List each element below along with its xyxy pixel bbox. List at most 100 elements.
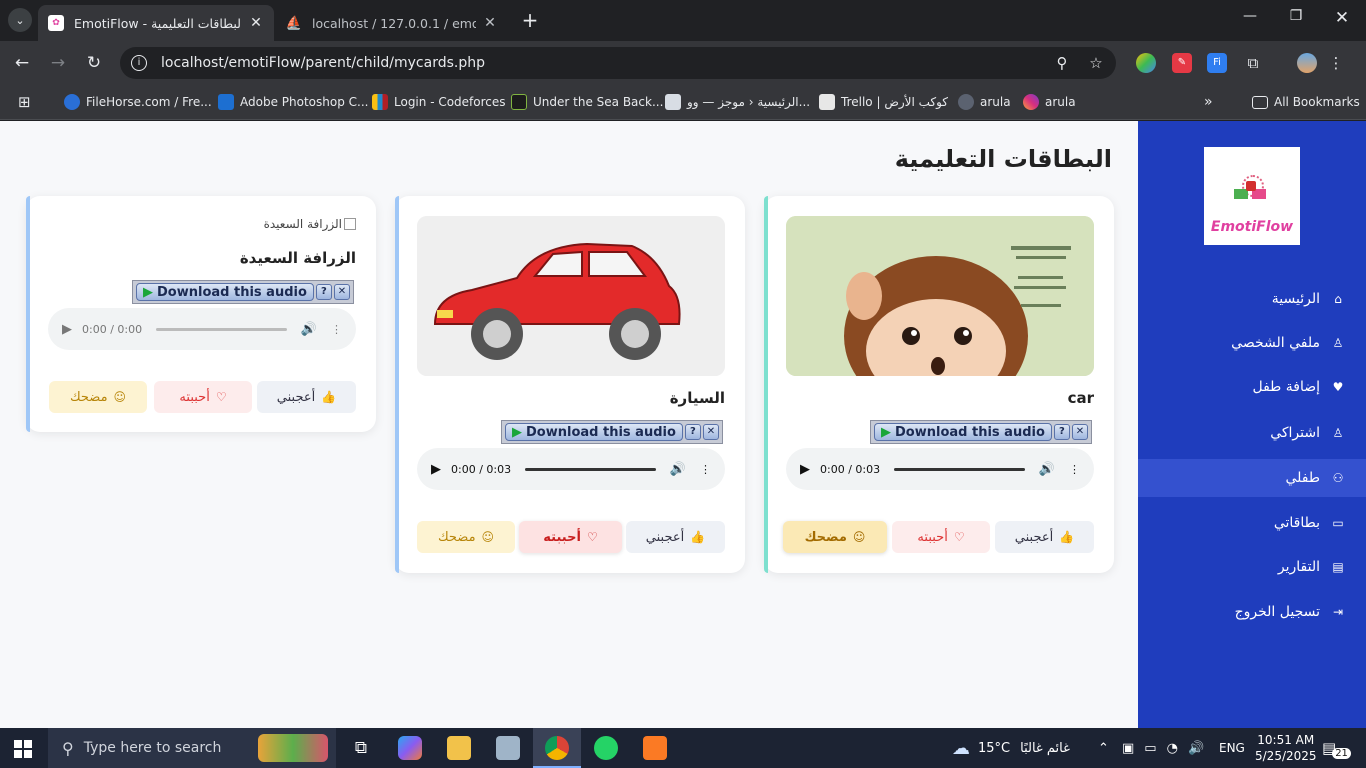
profile-avatar[interactable] [1297,53,1317,73]
close-icon[interactable]: ✕ [333,284,350,300]
reaction-love-button[interactable]: ♡ أحببته [892,521,990,553]
nav-add-child[interactable]: ♥ إضافة طفل [1138,368,1366,406]
file-explorer-icon[interactable] [447,736,471,760]
xampp-icon[interactable] [643,736,667,760]
copilot-icon[interactable] [398,736,422,760]
bookmark-under-the-sea[interactable]: Under the Sea Back... [511,92,663,112]
bookmark-codeforces[interactable]: Login - Codeforces [372,92,506,112]
volume-icon[interactable]: 🔊 [301,322,317,337]
extension-fi-icon[interactable]: Fi [1207,53,1227,73]
audio-menu-icon[interactable]: ⋮ [1069,463,1080,476]
nav-profile[interactable]: ♙ ملفي الشخصي [1138,324,1366,362]
help-icon[interactable]: ? [1053,424,1070,440]
tab-phpmyadmin[interactable]: ⛵ localhost / 127.0.0.1 / emotiflow ✕ [276,5,508,41]
wifi-icon[interactable]: ◔ [1167,741,1178,756]
help-icon[interactable]: ? [684,424,701,440]
play-icon[interactable]: ▶ [431,462,441,477]
extensions-puzzle-icon[interactable]: ⧉ [1243,53,1263,73]
tray-app-icon[interactable]: ▣ [1122,741,1134,756]
bookmark-wordpress[interactable]: الرئيسية ‹ موجز — وو... [665,92,810,112]
bookmark-arula-2[interactable]: arula [1023,92,1076,112]
chrome-icon[interactable] [545,736,569,760]
audio-time: 0:00 / 0:03 [820,462,881,476]
tray-icons[interactable]: ▣ ▭ ◔ 🔊 [1122,728,1204,768]
audio-player[interactable]: ▶ 0:00 / 0:03 🔊 ⋮ [417,448,725,490]
close-icon[interactable]: ✕ [482,15,498,31]
reaction-love-button[interactable]: ♡ أحببته [154,381,252,413]
clock-date: 5/25/2025 [1255,749,1317,763]
extension-chrome-icon[interactable] [1136,53,1156,73]
audio-player[interactable]: ▶ 0:00 / 0:00 🔊 ⋮ [48,308,356,350]
clock[interactable]: 10:51 AM 5/25/2025 [1255,728,1317,768]
volume-icon[interactable]: 🔊 [670,462,686,477]
new-tab-button[interactable]: + [518,9,542,33]
site-info-icon[interactable]: i [131,55,147,71]
bookmark-star-icon[interactable]: ☆ [1086,53,1106,73]
reaction-funny-button[interactable]: ☺ مضحك [417,521,515,553]
play-icon[interactable]: ▶ [800,462,810,477]
url-text[interactable]: localhost/emotiFlow/parent/child/mycards… [161,55,485,71]
nav-home[interactable]: ⌂ الرئيسية [1138,280,1366,318]
reaction-like-button[interactable]: 👍 أعجبني [995,521,1094,553]
task-view-icon[interactable]: ⧉ [349,736,373,760]
back-icon[interactable]: ← [10,51,34,75]
reaction-like-button[interactable]: 👍 أعجبني [257,381,356,413]
volume-icon[interactable]: 🔊 [1039,462,1055,477]
nav-my-child[interactable]: ⚇ طفلي [1138,459,1366,497]
forward-icon[interactable]: → [46,51,70,75]
restore-icon[interactable]: ❐ [1284,8,1308,24]
reaction-funny-button[interactable]: ☺ مضحك [49,381,147,413]
all-bookmarks[interactable]: All Bookmarks [1252,92,1360,112]
audio-player[interactable]: ▶ 0:00 / 0:03 🔊 ⋮ [786,448,1094,490]
close-icon[interactable]: ✕ [702,424,719,440]
tab-emotiflow[interactable]: ✿ EmotiFlow - البطاقات التعليمية ✕ [38,5,274,41]
bookmark-trello[interactable]: Trello | كوكب الأرض [819,92,948,112]
windows-start-icon[interactable] [14,740,32,758]
bookmark-label: الرئيسية ‹ موجز — وو... [687,95,811,109]
tab-search-button[interactable]: ⌄ [8,8,32,32]
taskbar-search[interactable]: ⚲ Type here to search [48,728,336,768]
reaction-like-button[interactable]: 👍 أعجبني [626,521,725,553]
minimize-icon[interactable]: — [1238,8,1262,24]
reaction-label: أحببته [179,389,210,405]
play-icon[interactable]: ▶ [62,322,72,337]
language-indicator[interactable]: ENG [1219,728,1245,768]
close-window-icon[interactable]: ✕ [1330,8,1354,28]
close-icon[interactable]: ✕ [248,15,264,31]
apps-grid-icon[interactable]: ⊞ [18,92,31,112]
bookmark-filehorse[interactable]: FileHorse.com / Fre... [64,92,212,112]
tray-chevron-icon[interactable]: ⌃ [1098,728,1109,768]
download-audio-button[interactable]: ▶ Download this audio [136,283,314,301]
whatsapp-icon[interactable] [594,736,618,760]
reaction-love-button[interactable]: ♡ أحببته [519,521,622,553]
nav-logout[interactable]: ⇥ تسجيل الخروج [1138,593,1366,631]
reload-icon[interactable]: ↻ [82,51,106,75]
audio-seek-bar[interactable] [894,467,1025,471]
nav-subscription[interactable]: ♙ اشتراكي [1138,414,1366,452]
bookmark-arula-1[interactable]: arula [958,92,1011,112]
emotiflow-logo[interactable]: EmotiFlow [1204,147,1300,245]
nav-reports[interactable]: ▤ التقارير [1138,548,1366,586]
volume-icon[interactable]: 🔊 [1188,741,1204,756]
weather-widget[interactable]: ☁ 15°C غائم غالبًا [952,728,1070,768]
notification-button[interactable]: ▤ 21 [1322,728,1351,768]
audio-seek-bar[interactable] [156,327,287,331]
battery-icon[interactable]: ▭ [1144,741,1156,756]
bookmark-photoshop[interactable]: Adobe Photoshop C... [218,92,368,112]
help-icon[interactable]: ? [315,284,332,300]
nav-label: طفلي [1285,470,1320,486]
menu-kebab-icon[interactable]: ⋮ [1326,53,1346,73]
photos-icon[interactable] [496,736,520,760]
nav-my-cards[interactable]: ▭ بطاقاتي [1138,504,1366,542]
zoom-icon[interactable]: ⚲ [1052,53,1072,73]
close-icon[interactable]: ✕ [1071,424,1088,440]
audio-menu-icon[interactable]: ⋮ [331,323,342,336]
audio-menu-icon[interactable]: ⋮ [700,463,711,476]
address-bar[interactable]: i localhost/emotiFlow/parent/child/mycar… [120,47,1116,79]
extension-pdf-icon[interactable]: ✎ [1172,53,1192,73]
reaction-funny-button[interactable]: ☺ مضحك [783,521,887,553]
download-audio-button[interactable]: ▶ Download this audio [505,423,683,441]
audio-seek-bar[interactable] [525,467,656,471]
download-audio-button[interactable]: ▶ Download this audio [874,423,1052,441]
more-bookmarks-icon[interactable]: » [1204,92,1213,112]
